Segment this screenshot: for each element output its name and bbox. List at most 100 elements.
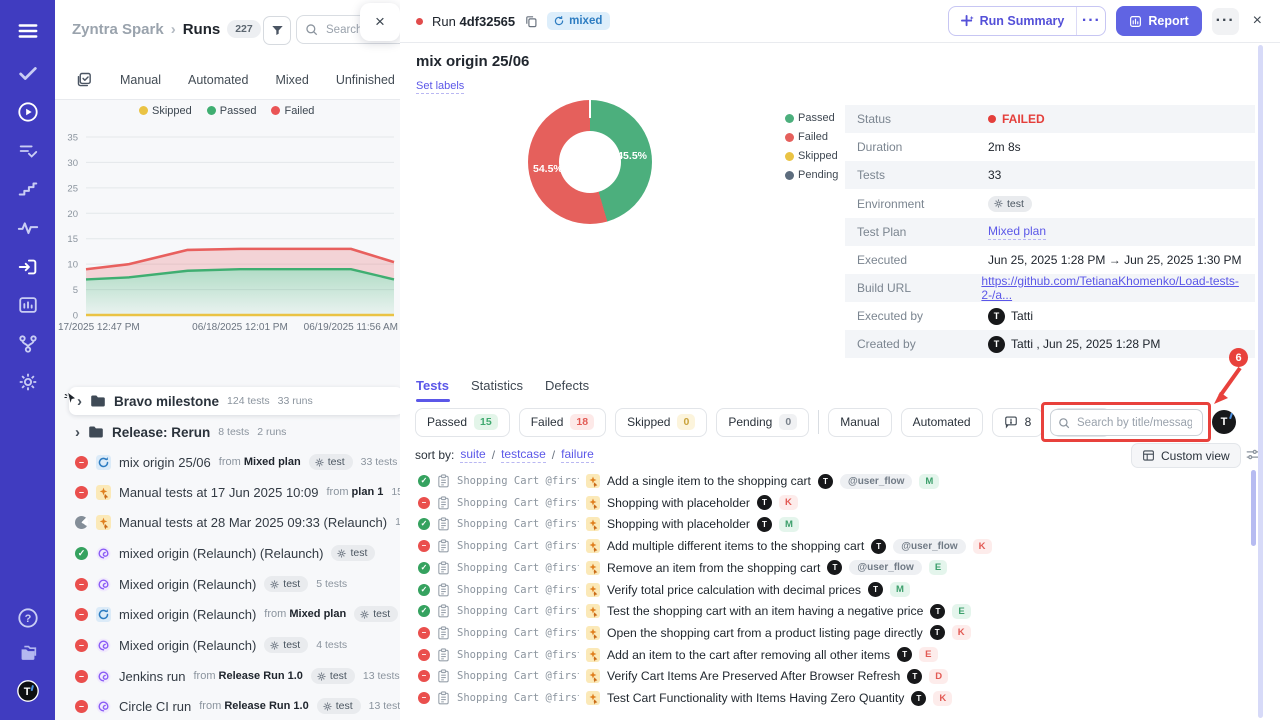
- filter-pending[interactable]: Pending0: [716, 408, 809, 437]
- test-row[interactable]: ✓Shopping Cart @first…Test the shopping …: [418, 601, 971, 621]
- filter-button[interactable]: [263, 16, 291, 45]
- custom-view-button[interactable]: Custom view: [1131, 443, 1241, 468]
- run-list-item[interactable]: ✓mixed origin (Relaunch) (Relaunch)test: [75, 539, 401, 567]
- folders-icon[interactable]: [15, 640, 41, 666]
- run-type-icon: [96, 455, 111, 470]
- user-avatar[interactable]: T: [1212, 410, 1236, 434]
- folder-row-bravo[interactable]: › Bravo milestone 124 tests 33 runs: [69, 387, 401, 415]
- test-status-icon: –: [418, 670, 430, 682]
- folder-row-release[interactable]: › Release: Rerun 8 tests 2 runs: [75, 418, 401, 446]
- run-list-item[interactable]: –Mixed origin (Relaunch)test4 tests: [75, 631, 401, 659]
- testcase-icon: [437, 474, 450, 488]
- run-list-item[interactable]: –mix origin 25/06from Mixed plantest33 t…: [75, 448, 401, 476]
- tab-unfinished[interactable]: Unfinished: [336, 73, 395, 87]
- tab-mixed[interactable]: Mixed: [275, 73, 308, 87]
- svg-text:0: 0: [73, 311, 78, 322]
- filter-comments[interactable]: 8: [992, 408, 1044, 437]
- test-status-icon: –: [418, 540, 430, 552]
- test-filter-chips: Passed15 Failed18 Skipped0 Pending0 Manu…: [415, 407, 1111, 437]
- test-row[interactable]: –Shopping Cart @first…Test Cart Function…: [418, 688, 952, 708]
- test-row[interactable]: –Shopping Cart @first…Add an item to the…: [418, 645, 938, 665]
- help-icon[interactable]: ?: [15, 605, 41, 631]
- run-list-item[interactable]: –Jenkins runfrom Release Run 1.0test13 t…: [75, 662, 401, 690]
- sort-testcase-link[interactable]: testcase: [501, 447, 546, 463]
- tests-search-input[interactable]: [1075, 416, 1194, 430]
- environment-chip: test: [264, 637, 308, 653]
- run-id-label: Run 4df32565: [432, 14, 515, 29]
- tab-tests[interactable]: Tests: [416, 378, 449, 393]
- copy-icon[interactable]: [524, 14, 538, 28]
- tab-statistics[interactable]: Statistics: [471, 378, 523, 393]
- tab-manual[interactable]: Manual: [120, 73, 161, 87]
- test-row[interactable]: –Shopping Cart @first…Verify Cart Items …: [418, 666, 948, 686]
- run-list-item[interactable]: Manual tests at 28 Mar 2025 09:33 (Relau…: [75, 508, 401, 536]
- test-row[interactable]: –Shopping Cart @first…Add multiple diffe…: [418, 536, 992, 556]
- test-row[interactable]: –Shopping Cart @first…Open the shopping …: [418, 623, 971, 643]
- sort-failure-link[interactable]: failure: [561, 447, 594, 463]
- sort-suite-link[interactable]: suite: [460, 447, 485, 463]
- close-run-button[interactable]: ×: [1249, 12, 1266, 30]
- chevron-right-icon[interactable]: ›: [75, 425, 80, 440]
- run-detail-header: Run 4df32565 mixed Run Summary ···: [400, 0, 1280, 43]
- build-url-link[interactable]: https://github.com/TetianaKhomenko/Load-…: [981, 274, 1255, 302]
- testcase-icon: [437, 604, 450, 618]
- test-row[interactable]: ✓Shopping Cart @first…Verify total price…: [418, 580, 910, 600]
- filter-skipped[interactable]: Skipped0: [615, 408, 707, 437]
- run-summary-split-button: Run Summary ···: [948, 6, 1107, 36]
- steps-icon[interactable]: [15, 176, 41, 202]
- run-list-item[interactable]: –Mixed origin (Relaunch)test5 tests: [75, 570, 401, 598]
- check-icon[interactable]: [15, 60, 41, 86]
- hamburger-menu-icon[interactable]: [15, 18, 41, 44]
- cursor-icon: [63, 390, 78, 405]
- more-actions-button[interactable]: ···: [1212, 8, 1239, 35]
- test-title: Verify Cart Items Are Preserved After Br…: [607, 669, 900, 683]
- legend-skipped: Skipped: [139, 105, 192, 117]
- set-labels-link[interactable]: Set labels: [416, 80, 464, 94]
- avatar: T: [911, 691, 926, 706]
- gear-icon[interactable]: [15, 369, 41, 395]
- test-title: Add an item to the cart after removing a…: [607, 648, 890, 662]
- test-status-icon: ✓: [418, 605, 430, 617]
- run-list-item[interactable]: –Manual tests at 17 Jun 2025 10:09from p…: [75, 478, 401, 506]
- test-row[interactable]: ✓Shopping Cart @first…Shopping with plac…: [418, 514, 799, 534]
- avatar: T: [757, 495, 772, 510]
- test-plan-link[interactable]: Mixed plan: [988, 224, 1046, 240]
- breadcrumb-app[interactable]: Zyntra Spark: [72, 21, 164, 38]
- test-row[interactable]: ✓Shopping Cart @first…Remove an item fro…: [418, 558, 947, 578]
- run-list-item[interactable]: –Circle CI runfrom Release Run 1.0test13…: [75, 692, 401, 720]
- detail-row-tests: Tests33: [845, 161, 1255, 189]
- donut-legend: Passed Failed Skipped Pending: [785, 112, 838, 181]
- run-tests-count: 5 tests: [316, 578, 347, 590]
- run-list-item[interactable]: –mixed origin (Relaunch)from Mixed plant…: [75, 600, 401, 628]
- select-all-icon[interactable]: [76, 71, 93, 88]
- filter-failed[interactable]: Failed18: [519, 408, 606, 437]
- tab-defects[interactable]: Defects: [545, 378, 589, 393]
- list-check-icon[interactable]: [15, 138, 41, 164]
- test-title: Test Cart Functionality with Items Havin…: [607, 691, 904, 705]
- filter-automated[interactable]: Automated: [901, 408, 983, 437]
- scrollbar-track[interactable]: [1258, 45, 1263, 718]
- run-summary-more-button[interactable]: ···: [1076, 7, 1105, 35]
- filter-passed[interactable]: Passed15: [415, 408, 510, 437]
- environment-chip: test: [311, 668, 355, 684]
- play-circle-icon[interactable]: [15, 99, 41, 125]
- tab-automated[interactable]: Automated: [188, 73, 248, 87]
- results-donut-chart: 45.5% 54.5%: [528, 100, 652, 224]
- environment-chip: test: [988, 196, 1032, 212]
- close-popover-button[interactable]: ×: [360, 3, 400, 41]
- git-branch-icon[interactable]: [15, 331, 41, 357]
- bar-chart-icon[interactable]: [15, 292, 41, 318]
- test-suite: Shopping Cart @first…: [457, 627, 579, 639]
- run-summary-button[interactable]: Run Summary: [949, 7, 1077, 35]
- tests-search[interactable]: [1050, 409, 1203, 436]
- activity-pulse-icon[interactable]: [15, 215, 41, 241]
- launcher-enter-icon[interactable]: [15, 254, 41, 280]
- runs-trend-chart: 0510152025303517/2025 12:47 PM06/18/2025…: [58, 122, 400, 337]
- test-row[interactable]: –Shopping Cart @first…Shopping with plac…: [418, 493, 798, 513]
- test-row[interactable]: ✓Shopping Cart @first…Add a single item …: [418, 471, 939, 491]
- report-button[interactable]: Report: [1116, 6, 1201, 36]
- workspace-avatar[interactable]: T: [15, 678, 41, 704]
- filter-manual[interactable]: Manual: [828, 408, 891, 437]
- breadcrumb: Zyntra Spark › Runs 227: [72, 20, 261, 38]
- scrollbar-thumb[interactable]: [1251, 470, 1256, 546]
